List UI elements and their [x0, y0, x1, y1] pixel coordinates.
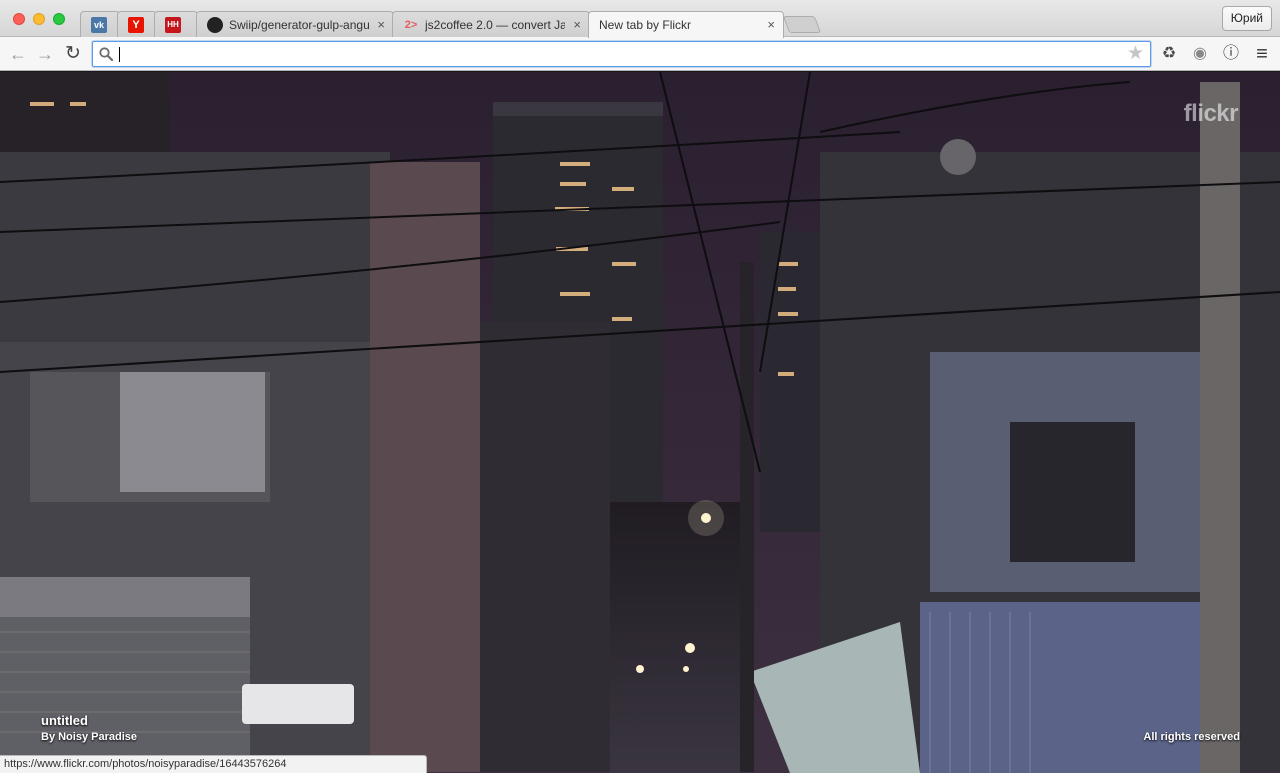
tab-close-icon[interactable]: × — [767, 17, 775, 32]
back-button[interactable]: ← — [8, 44, 28, 64]
photo-title-link[interactable]: untitled — [41, 713, 88, 728]
recycle-extension-icon[interactable]: ♻ — [1158, 43, 1180, 65]
habr-icon: HH — [165, 17, 181, 33]
forward-button[interactable]: → — [35, 44, 55, 64]
profile-button[interactable]: Юрий — [1221, 6, 1272, 31]
tab-title: New tab by Flickr — [599, 18, 692, 32]
address-bar[interactable]: ★ — [92, 41, 1151, 67]
tab-title: js2coffee 2.0 — convert Ja — [425, 18, 565, 32]
window-close-button[interactable] — [13, 13, 25, 25]
tab-yandex[interactable]: Y — [117, 11, 157, 37]
window-minimize-button[interactable] — [33, 13, 45, 25]
rights-notice: All rights reserved — [1143, 731, 1240, 743]
tab-close-icon[interactable]: × — [377, 17, 385, 32]
chrome-menu-button[interactable]: ≡ — [1251, 43, 1273, 65]
tab-habr[interactable]: HH — [154, 11, 198, 37]
bookmark-star-icon[interactable]: ★ — [1127, 44, 1144, 64]
address-input[interactable] — [119, 45, 1109, 63]
shield-extension-icon[interactable]: ◉ — [1189, 43, 1211, 65]
flickr-new-tab-page: flickr untitled By Noisy Paradise All ri… — [0, 72, 1280, 773]
browser-toolbar: ← → ↻ ★ ♻ ◉ ⓘ ≡ — [0, 37, 1280, 71]
text-caret — [119, 47, 120, 62]
flickr-logo[interactable]: flickr — [1184, 100, 1239, 128]
yandex-icon: Y — [128, 17, 144, 33]
reload-button[interactable]: ↻ — [63, 44, 83, 64]
new-tab-button[interactable] — [782, 16, 822, 33]
tab-title: Swiip/generator-gulp-angu — [229, 18, 369, 32]
search-icon — [99, 47, 114, 62]
tab-new-tab-flickr[interactable]: New tab by Flickr × — [588, 11, 784, 38]
tab-strip: vk Y HH Swiip/generator-gulp-angu × 2> j… — [0, 0, 1280, 38]
vk-icon: vk — [91, 17, 107, 33]
tab-github[interactable]: Swiip/generator-gulp-angu × — [196, 11, 394, 37]
window-zoom-button[interactable] — [53, 13, 65, 25]
info-extension-icon[interactable]: ⓘ — [1220, 43, 1242, 65]
github-icon — [207, 17, 223, 33]
tab-js2coffee[interactable]: 2> js2coffee 2.0 — convert Ja × — [392, 11, 590, 37]
tab-vk[interactable]: vk — [80, 11, 120, 37]
background-photo — [0, 72, 1280, 773]
status-bar-url: https://www.flickr.com/photos/noisyparad… — [0, 755, 427, 773]
js2coffee-icon: 2> — [404, 19, 418, 31]
photo-author-link[interactable]: By Noisy Paradise — [41, 731, 137, 743]
tab-close-icon[interactable]: × — [573, 17, 581, 32]
